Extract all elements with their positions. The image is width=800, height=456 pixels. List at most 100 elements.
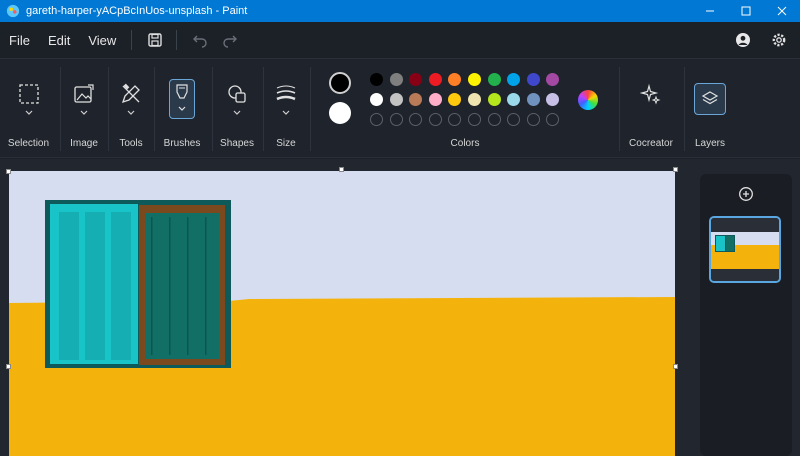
redo-button[interactable] — [215, 26, 245, 54]
ribbon-divider — [684, 67, 685, 151]
color-swatch[interactable] — [507, 73, 521, 86]
color-swatch[interactable] — [370, 93, 383, 106]
shapes-tool[interactable] — [224, 81, 250, 107]
ribbon: Selection Image Tools Brushes Shapes Siz… — [0, 58, 800, 158]
image-label: Image — [70, 138, 98, 149]
color-swatch[interactable] — [409, 73, 423, 86]
custom-color-slot[interactable] — [409, 113, 423, 126]
layers-icon — [701, 91, 719, 105]
resize-handle[interactable] — [673, 364, 678, 369]
custom-color-slot[interactable] — [428, 113, 442, 126]
primary-color[interactable] — [329, 72, 351, 94]
selection-icon — [18, 84, 39, 104]
color-swatch[interactable] — [487, 73, 501, 86]
color-swatch[interactable] — [526, 73, 540, 86]
menu-divider — [176, 30, 178, 50]
custom-color-slot[interactable] — [526, 113, 540, 126]
color-swatch[interactable] — [487, 93, 501, 106]
cocreator-group[interactable]: Cocreator — [620, 59, 682, 159]
undo-button[interactable] — [185, 26, 215, 54]
color-swatch[interactable] — [370, 73, 383, 86]
close-button[interactable] — [764, 0, 800, 22]
size-group[interactable]: Size — [264, 59, 308, 159]
undo-icon — [193, 35, 207, 48]
brushes-label: Brushes — [163, 138, 201, 149]
image-icon — [74, 84, 94, 103]
menu-bar: File Edit View — [0, 22, 800, 58]
layer-preview — [711, 218, 779, 281]
layer-thumbnail[interactable] — [709, 216, 781, 283]
size-tool[interactable] — [273, 81, 299, 107]
image-tool[interactable] — [71, 81, 97, 107]
tools-label: Tools — [119, 138, 143, 149]
shapes-group[interactable]: Shapes — [214, 59, 260, 159]
redo-icon — [223, 35, 238, 48]
menu-edit[interactable]: Edit — [39, 26, 79, 54]
save-icon — [148, 33, 163, 47]
layers-toggle[interactable] — [694, 83, 726, 115]
canvas-image — [9, 171, 675, 456]
resize-handle[interactable] — [673, 167, 678, 172]
color-swatch[interactable] — [507, 93, 521, 106]
tools-tool[interactable] — [118, 81, 144, 107]
custom-color-slot[interactable] — [448, 113, 462, 126]
maximize-button[interactable] — [728, 0, 764, 22]
color-picker-icon[interactable] — [578, 90, 598, 110]
paint-app-icon — [6, 4, 20, 18]
layers-group[interactable]: Layers — [686, 59, 734, 159]
color-swatch[interactable] — [428, 93, 442, 106]
save-button[interactable] — [140, 26, 170, 54]
brushes-group[interactable]: Brushes — [156, 59, 208, 159]
color-swatch[interactable] — [468, 93, 481, 106]
resize-handle[interactable] — [6, 169, 11, 174]
account-button[interactable] — [728, 26, 758, 54]
menu-file[interactable]: File — [0, 26, 39, 54]
secondary-color[interactable] — [329, 102, 351, 124]
chevron-down-icon[interactable] — [232, 109, 242, 117]
color-swatch[interactable] — [546, 93, 560, 106]
chevron-down-icon[interactable] — [24, 109, 34, 117]
tools-group[interactable]: Tools — [110, 59, 152, 159]
resize-handle[interactable] — [6, 364, 11, 369]
add-layer-button[interactable] — [736, 184, 756, 204]
chevron-down-icon[interactable] — [126, 109, 136, 117]
color-swatch[interactable] — [468, 73, 481, 86]
custom-color-slot[interactable] — [507, 113, 521, 126]
color-swatch[interactable] — [546, 73, 560, 86]
color-swatch[interactable] — [448, 93, 462, 106]
minimize-button[interactable] — [692, 0, 728, 22]
color-swatch[interactable] — [389, 73, 403, 86]
pencil-eraser-icon — [121, 83, 140, 104]
chevron-down-icon[interactable] — [79, 109, 89, 117]
layers-panel — [700, 174, 792, 456]
colors-group: Colors — [312, 59, 618, 159]
selection-group[interactable]: Selection — [0, 59, 57, 159]
ribbon-divider — [212, 67, 213, 151]
color-swatch[interactable] — [526, 93, 540, 106]
custom-color-slot[interactable] — [370, 113, 383, 126]
ribbon-divider — [60, 67, 61, 151]
color-swatch[interactable] — [428, 73, 442, 86]
custom-color-slot[interactable] — [389, 113, 403, 126]
color-swatch[interactable] — [389, 93, 403, 106]
shapes-icon — [228, 85, 246, 103]
color-swatch[interactable] — [409, 93, 423, 106]
chevron-down-icon[interactable] — [281, 109, 291, 117]
drawing-canvas[interactable] — [9, 171, 675, 456]
layers-label: Layers — [694, 138, 725, 149]
image-group[interactable]: Image — [62, 59, 106, 159]
custom-color-slot[interactable] — [487, 113, 501, 126]
custom-color-slot[interactable] — [546, 113, 560, 126]
resize-handle[interactable] — [339, 167, 344, 172]
cocreator-tool[interactable] — [638, 81, 664, 107]
cocreator-label: Cocreator — [629, 138, 673, 149]
color-swatch[interactable] — [448, 73, 462, 86]
window-title: gareth-harper-yACpBcInUos-unsplash - Pai… — [26, 5, 248, 17]
ribbon-divider — [108, 67, 109, 151]
add-icon — [739, 187, 753, 201]
settings-button[interactable] — [764, 26, 794, 54]
custom-color-slot[interactable] — [468, 113, 481, 126]
selection-tool[interactable] — [16, 81, 42, 107]
menu-view[interactable]: View — [79, 26, 125, 54]
brushes-tool[interactable] — [169, 79, 195, 119]
